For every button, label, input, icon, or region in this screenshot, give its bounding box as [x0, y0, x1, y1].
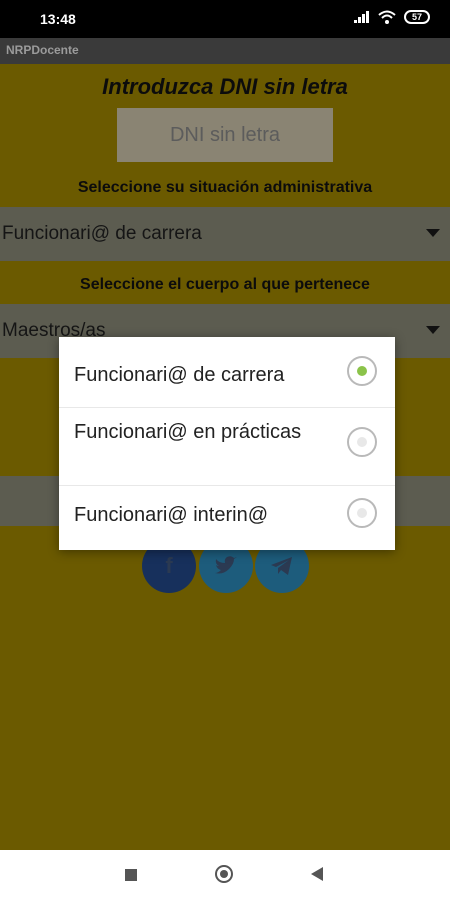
body-label: Seleccione el cuerpo al que pertenece — [80, 276, 370, 293]
situation-dialog: Funcionari@ de carrera Funcionari@ en pr… — [59, 337, 395, 550]
situation-dropdown-value: Funcionari@ de carrera — [2, 223, 202, 244]
status-time: 13:48 — [40, 11, 76, 27]
radio-practicas[interactable] — [347, 427, 377, 457]
status-icons: 57 — [354, 10, 430, 24]
divider — [59, 485, 395, 486]
back-icon[interactable] — [311, 867, 323, 881]
signal-icon — [354, 11, 369, 23]
radio-dot — [357, 437, 367, 447]
divider — [59, 407, 395, 408]
radio-dot — [357, 508, 367, 518]
wifi-icon — [378, 10, 396, 24]
situation-dropdown[interactable]: Funcionari@ de carrera — [0, 207, 450, 261]
recent-apps-icon[interactable] — [125, 869, 137, 881]
navigation-bar — [0, 850, 450, 900]
app-title: NRPDocente — [6, 43, 79, 57]
situation-label: Seleccione su situación administrativa — [77, 179, 373, 196]
radio-interino[interactable] — [347, 498, 377, 528]
radio-selected-dot — [357, 366, 367, 376]
status-bar: 13:48 57 — [0, 0, 450, 38]
page-title: Introduzca DNI sin letra — [102, 74, 348, 99]
dropdown-arrow-icon — [426, 326, 440, 334]
battery-icon: 57 — [404, 10, 430, 24]
radio-carrera[interactable] — [347, 356, 377, 386]
option-carrera[interactable]: Funcionari@ de carrera — [59, 360, 395, 390]
dni-input[interactable]: DNI sin letra — [117, 108, 333, 162]
option-interino[interactable]: Funcionari@ interin@ — [59, 500, 395, 530]
home-icon[interactable] — [215, 865, 233, 883]
app-bar: NRPDocente — [0, 38, 450, 64]
option-practicas[interactable]: Funcionari@ en prácticas — [59, 417, 319, 447]
dropdown-arrow-icon — [426, 229, 440, 237]
